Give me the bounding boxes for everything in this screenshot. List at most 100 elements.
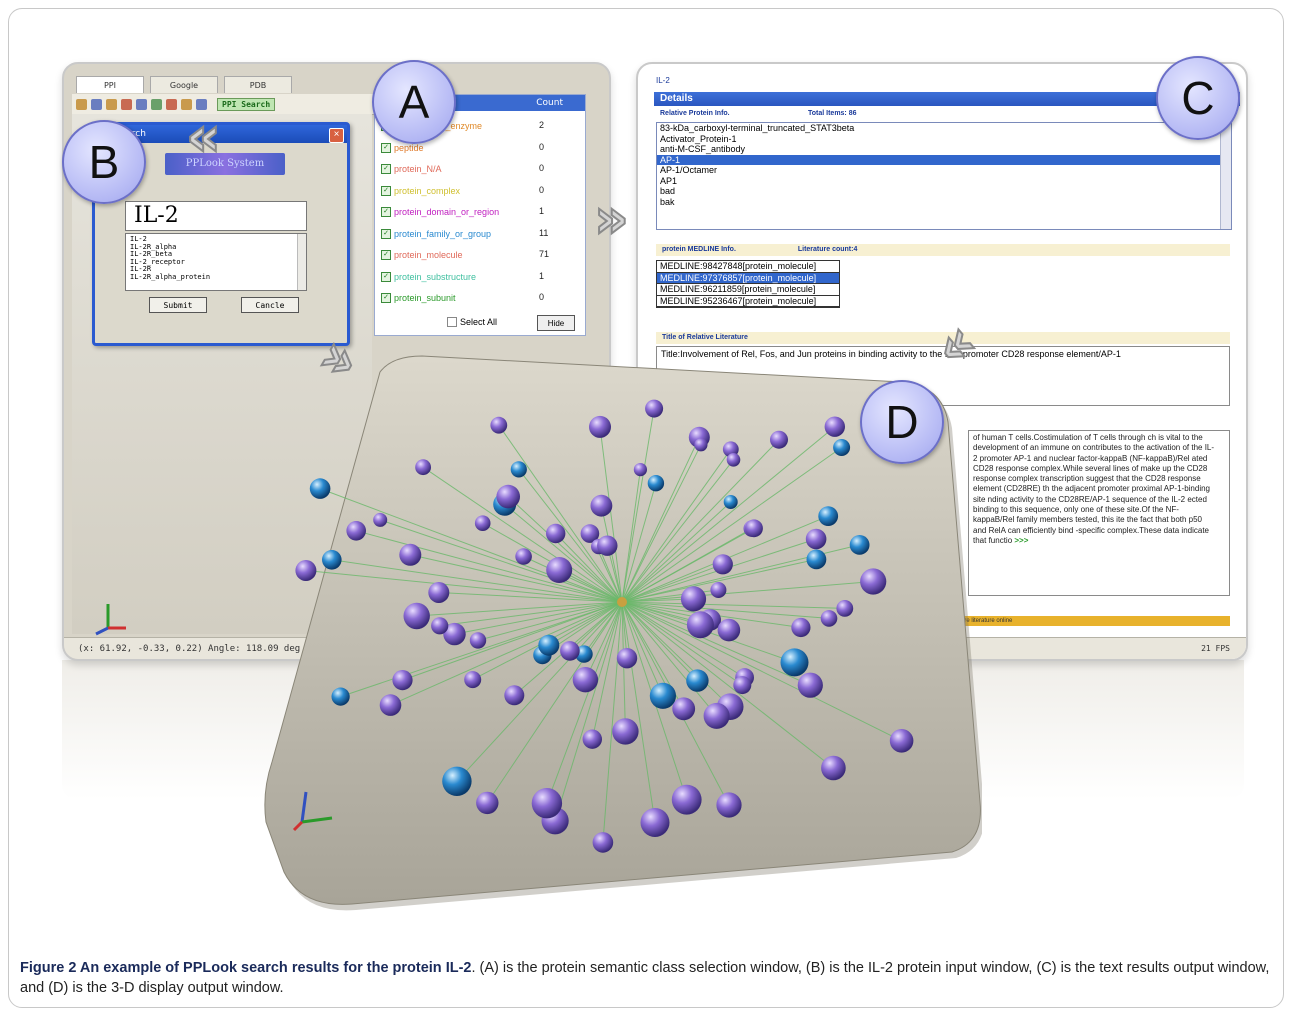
- medline-list-item[interactable]: MEDLINE:97376857[protein_molecule]: [657, 272, 839, 284]
- save-icon[interactable]: [91, 98, 102, 110]
- protein-node[interactable]: [399, 543, 422, 566]
- tab-pdb[interactable]: PDB: [224, 76, 292, 93]
- protein-node[interactable]: [590, 494, 613, 517]
- protein-list-item[interactable]: 83-kDa_carboxyl-terminal_truncated_STAT3…: [657, 123, 1231, 134]
- suggestion-list[interactable]: IL-2 IL-2R_alpha IL-2R_beta IL-2_receptor IL…: [125, 233, 307, 291]
- protein-node[interactable]: [818, 506, 839, 526]
- protein-node[interactable]: [745, 519, 763, 538]
- protein-node[interactable]: [582, 729, 602, 749]
- protein-node[interactable]: [849, 535, 870, 555]
- protein-node[interactable]: [322, 550, 342, 570]
- protein-node[interactable]: [836, 600, 854, 617]
- protein-node[interactable]: [820, 610, 838, 627]
- stop-icon[interactable]: [166, 98, 177, 110]
- class-row-protein-subunit[interactable]: ✓ protein_subunit: [381, 291, 456, 305]
- protein-node[interactable]: [723, 495, 738, 509]
- checkbox-checked-icon[interactable]: ✓: [381, 185, 391, 196]
- cut-icon[interactable]: [121, 98, 132, 110]
- protein-node[interactable]: [633, 463, 647, 477]
- protein-node[interactable]: [860, 568, 887, 595]
- checkbox-checked-icon[interactable]: ✓: [381, 228, 391, 239]
- medline-list-item[interactable]: MEDLINE:95236467[protein_molecule]: [657, 296, 839, 307]
- protein-node[interactable]: [649, 682, 676, 709]
- protein-node[interactable]: [346, 521, 366, 541]
- protein-list-item[interactable]: AP-1/Octamer: [657, 165, 1231, 176]
- protein-node[interactable]: [712, 554, 733, 575]
- class-row-protein-family-or-group[interactable]: ✓ protein_family_or_group: [381, 227, 491, 241]
- protein-node[interactable]: [592, 832, 614, 853]
- class-row-protein-complex[interactable]: ✓ protein_complex: [381, 184, 460, 198]
- protein-node[interactable]: [824, 416, 845, 437]
- protein-list-item[interactable]: anti-M-CSF_antibody: [657, 144, 1231, 155]
- protein-node[interactable]: [504, 685, 525, 706]
- protein-node[interactable]: [833, 439, 851, 456]
- protein-node[interactable]: [379, 694, 402, 716]
- protein-node[interactable]: [733, 676, 752, 695]
- close-icon[interactable]: ×: [329, 128, 344, 143]
- protein-node[interactable]: [597, 535, 618, 556]
- print-icon[interactable]: [106, 98, 117, 110]
- protein-node[interactable]: [616, 648, 638, 669]
- protein-node[interactable]: [510, 461, 527, 478]
- protein-node[interactable]: [515, 548, 532, 565]
- protein-node[interactable]: [806, 549, 827, 570]
- checkbox-checked-icon[interactable]: ✓: [381, 164, 391, 174]
- protein-node[interactable]: [791, 617, 811, 638]
- protein-node[interactable]: [546, 523, 566, 544]
- protein-node[interactable]: [295, 560, 317, 581]
- suggestion-item[interactable]: IL-2R_alpha_protein: [130, 273, 302, 282]
- protein-node[interactable]: [821, 755, 846, 781]
- protein-node[interactable]: [717, 618, 741, 642]
- protein-list-item[interactable]: Activator_Protein-1: [657, 134, 1231, 145]
- protein-node[interactable]: [373, 512, 388, 527]
- cancel-button[interactable]: Cancle: [241, 297, 299, 313]
- protein-node[interactable]: [680, 586, 707, 612]
- suggestion-scrollbar[interactable]: [297, 234, 306, 290]
- protein-node[interactable]: [589, 415, 611, 438]
- protein-list-scrollbar[interactable]: [1220, 123, 1231, 229]
- protein-node[interactable]: [780, 648, 809, 677]
- hide-button[interactable]: Hide: [537, 315, 575, 331]
- class-row-protein-substructure[interactable]: ✓ protein_substructure: [381, 270, 476, 284]
- protein-node[interactable]: [469, 632, 487, 649]
- protein-list-item[interactable]: AP-1: [657, 154, 1231, 165]
- protein-node[interactable]: [464, 671, 482, 689]
- protein-node[interactable]: [546, 557, 573, 583]
- protein-node[interactable]: [716, 792, 742, 818]
- class-row-protein-domain-or-region[interactable]: ✓ protein_domain_or_region: [381, 205, 499, 219]
- protein-node[interactable]: [805, 528, 827, 550]
- protein-node[interactable]: [612, 718, 639, 745]
- protein-node[interactable]: [671, 784, 702, 815]
- protein-node[interactable]: [474, 515, 491, 531]
- suggestion-item[interactable]: IL-2_receptor: [130, 258, 302, 267]
- il-2-hub-node[interactable]: [617, 597, 627, 607]
- protein-list-item[interactable]: AP1: [657, 176, 1231, 187]
- medline-list[interactable]: MEDLINE:98427848[protein_molecule] MEDLIN…: [656, 260, 840, 308]
- folder-icon[interactable]: [76, 98, 87, 110]
- protein-node[interactable]: [442, 766, 472, 796]
- protein-node[interactable]: [645, 399, 664, 418]
- protein-node[interactable]: [686, 611, 714, 639]
- abstract-text-box[interactable]: of human T cells.Costimulation of T cell…: [968, 430, 1230, 596]
- class-row-protein-n-a[interactable]: ✓ protein_N/A: [381, 162, 442, 176]
- protein-node[interactable]: [431, 617, 449, 635]
- checkbox-checked-icon[interactable]: ✓: [381, 207, 391, 217]
- ppi-search-button[interactable]: PPI Search: [217, 97, 276, 111]
- more-link[interactable]: >>>: [1014, 536, 1028, 545]
- medline-list-item[interactable]: MEDLINE:98427848[protein_molecule]: [657, 261, 839, 273]
- protein-node[interactable]: [531, 788, 563, 819]
- protein-list-item[interactable]: bak: [657, 197, 1231, 208]
- protein-node[interactable]: [403, 602, 430, 630]
- protein-node[interactable]: [686, 669, 709, 692]
- checkbox-checked-icon[interactable]: ✓: [381, 271, 391, 282]
- medline-list-item[interactable]: MEDLINE:96211859[protein_molecule]: [657, 284, 839, 296]
- protein-node[interactable]: [392, 670, 413, 691]
- protein-node[interactable]: [703, 702, 730, 729]
- tab-ppi[interactable]: PPI: [76, 76, 144, 93]
- protein-node[interactable]: [309, 478, 331, 499]
- protein-node[interactable]: [710, 582, 727, 598]
- protein-node[interactable]: [560, 641, 580, 661]
- protein-node[interactable]: [797, 672, 823, 698]
- protein-node[interactable]: [538, 634, 560, 656]
- tab-google[interactable]: Google: [150, 76, 218, 93]
